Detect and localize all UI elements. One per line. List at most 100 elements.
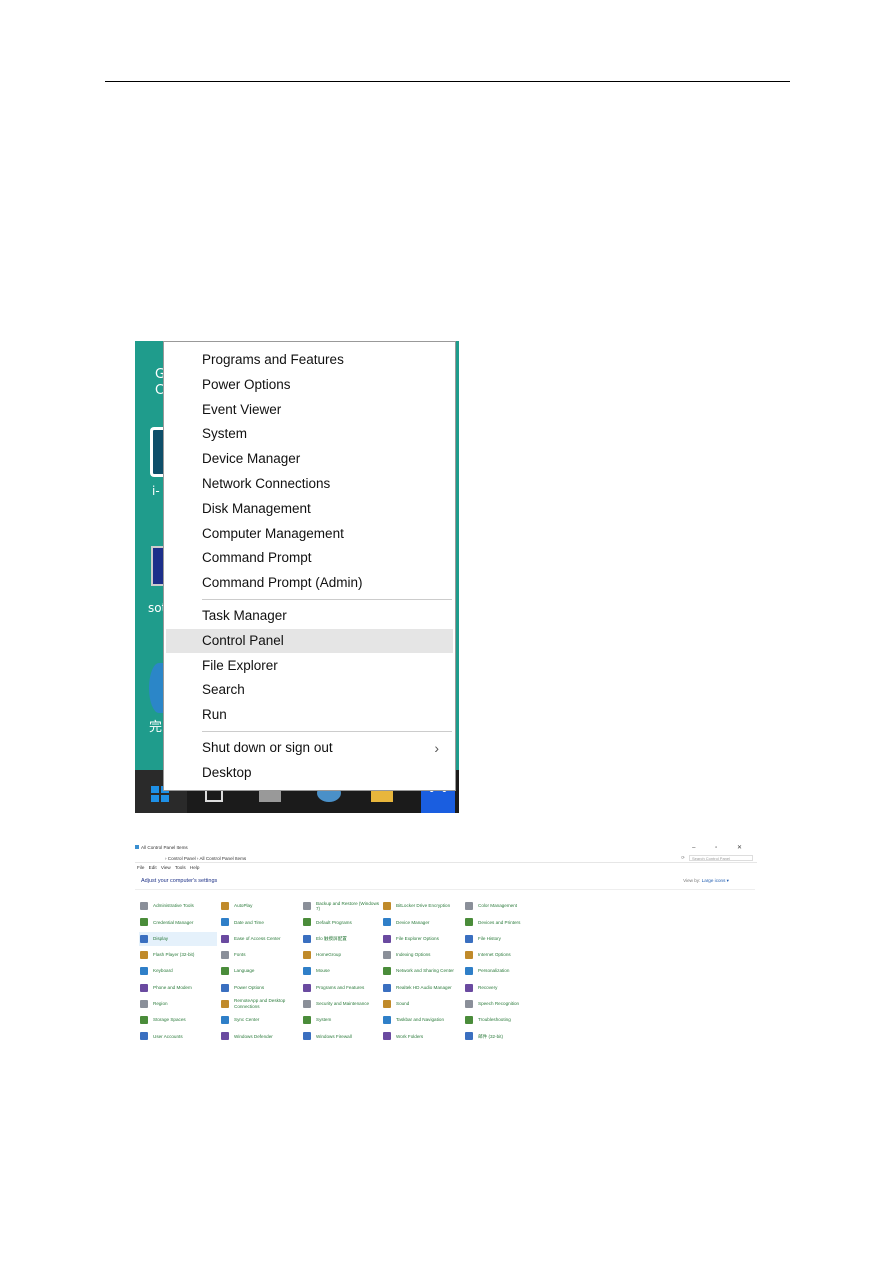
- cp-item-label: Personalization: [478, 968, 510, 974]
- cp-item-speech-recognition[interactable]: Speech Recognition: [464, 997, 542, 1011]
- cp-item-label: Realtek HD Audio Manager: [396, 984, 452, 990]
- cp-item-troubleshooting[interactable]: Troubleshooting: [464, 1013, 542, 1027]
- menu-item-command-prompt-admin[interactable]: Command Prompt (Admin): [166, 571, 453, 595]
- menu-item-programs-and-features[interactable]: Programs and Features: [166, 348, 453, 372]
- cp-item-programs-and-features[interactable]: Programs and Features: [302, 981, 380, 995]
- menu-item-label: Search: [202, 682, 245, 698]
- refresh-icon[interactable]: ⟳: [681, 855, 685, 861]
- cp-item-ease-of-access-center[interactable]: Ease of Access Center: [220, 932, 298, 946]
- cp-item-phone-and-modem[interactable]: Phone and Modem: [139, 981, 217, 995]
- cp-item-windows-defender[interactable]: Windows Defender: [220, 1029, 298, 1043]
- cp-item-system[interactable]: System: [302, 1013, 380, 1027]
- menu-item-network-connections[interactable]: Network Connections: [166, 472, 453, 496]
- menu-item-command-prompt[interactable]: Command Prompt: [166, 546, 453, 570]
- devices-and-printers-icon: [465, 918, 473, 927]
- cp-item-color-management[interactable]: Color Management: [464, 899, 542, 913]
- menu-item-control-panel[interactable]: Control Panel: [166, 628, 453, 653]
- breadcrumb[interactable]: › Control Panel › All Control Panel Item…: [165, 856, 246, 861]
- cp-item-file-explorer-options[interactable]: File Explorer Options: [382, 932, 460, 946]
- cp-item-label: Ease of Access Center: [234, 935, 281, 941]
- cp-item-language[interactable]: Language: [220, 964, 298, 978]
- menu-item-desktop[interactable]: Desktop: [166, 761, 453, 785]
- menu-item-disk-management[interactable]: Disk Management: [166, 497, 453, 521]
- cp-item-label: Recovery: [478, 984, 498, 990]
- window-controls[interactable]: – ▫ ✕: [692, 844, 751, 851]
- cp-item-label: Elo 触摸屏配置: [316, 935, 347, 941]
- cp-item-keyboard[interactable]: Keyboard: [139, 964, 217, 978]
- cp-item-indexing-options[interactable]: Indexing Options: [382, 948, 460, 962]
- cp-item-mouse[interactable]: Mouse: [302, 964, 380, 978]
- cp-item-security-and-maintenance[interactable]: Security and Maintenance: [302, 997, 380, 1011]
- menu-item-device-manager[interactable]: Device Manager: [166, 447, 453, 471]
- menu-item-event-viewer[interactable]: Event Viewer: [166, 398, 453, 422]
- cp-item-label: Keyboard: [153, 968, 173, 974]
- cp-item-credential-manager[interactable]: Credential Manager: [139, 915, 217, 929]
- cp-item-file-history[interactable]: File History: [464, 932, 542, 946]
- window-title-text: All Control Panel Items: [141, 845, 188, 850]
- cp-item-remoteapp-and-desktop-connections[interactable]: RemoteApp and Desktop Connections: [220, 997, 298, 1011]
- control-panel-screenshot: All Control Panel Items – ▫ ✕ › Control …: [135, 843, 757, 1046]
- menu-item-label: Desktop: [202, 764, 252, 780]
- cp-item-label: Internet Options: [478, 952, 511, 958]
- cp-item-sound[interactable]: Sound: [382, 997, 460, 1011]
- cp-item-label: HomeGroup: [316, 952, 342, 958]
- search-input[interactable]: Search Control Panel: [689, 855, 753, 861]
- menu-item-shut-down-or-sign-out[interactable]: Shut down or sign out ›: [166, 736, 453, 760]
- power-options-icon: [221, 983, 229, 992]
- cp-item-user-accounts[interactable]: User Accounts: [139, 1029, 217, 1043]
- menu-item-computer-management[interactable]: Computer Management: [166, 522, 453, 546]
- cp-item-windows-firewall[interactable]: Windows Firewall: [302, 1029, 380, 1043]
- cp-item-recovery[interactable]: Recovery: [464, 981, 542, 995]
- menu-item-file-explorer[interactable]: File Explorer: [166, 654, 453, 678]
- cp-item-taskbar-and-navigation[interactable]: Taskbar and Navigation: [382, 1013, 460, 1027]
- realtek-hd-audio-manager-icon: [383, 983, 391, 992]
- cp-item-label: Backup and Restore (Windows 7): [316, 900, 380, 911]
- cp-item-label: Taskbar and Navigation: [396, 1017, 445, 1023]
- cp-item-backup-and-restore-windows-7[interactable]: Backup and Restore (Windows 7): [302, 899, 380, 913]
- address-bar[interactable]: › Control Panel › All Control Panel Item…: [135, 855, 757, 863]
- internet-options-icon: [465, 950, 473, 959]
- cp-item-elo[interactable]: Elo 触摸屏配置: [302, 932, 380, 946]
- sync-center-icon: [221, 1016, 229, 1025]
- cp-item-flash-player-32-bit[interactable]: Flash Player (32-bit): [139, 948, 217, 962]
- cp-item-personalization[interactable]: Personalization: [464, 964, 542, 978]
- keyboard-icon: [140, 967, 148, 976]
- menu-bar[interactable]: File Edit View Tools Help: [137, 865, 199, 870]
- cp-item-date-and-time[interactable]: Date and Time: [220, 915, 298, 929]
- cp-item-administrative-tools[interactable]: Administrative Tools: [139, 899, 217, 913]
- menu-item-label: Run: [202, 707, 227, 723]
- menu-item-search[interactable]: Search: [166, 678, 453, 702]
- menu-item-power-options[interactable]: Power Options: [166, 373, 453, 397]
- recovery-icon: [465, 983, 473, 992]
- programs-and-features-icon: [303, 983, 311, 992]
- menu-item-task-manager[interactable]: Task Manager: [166, 604, 453, 628]
- cp-item-fonts[interactable]: Fonts: [220, 948, 298, 962]
- cp-item-internet-options[interactable]: Internet Options: [464, 948, 542, 962]
- cp-item-storage-spaces[interactable]: Storage Spaces: [139, 1013, 217, 1027]
- cp-item-sync-center[interactable]: Sync Center: [220, 1013, 298, 1027]
- cp-item-power-options[interactable]: Power Options: [220, 981, 298, 995]
- cp-item-default-programs[interactable]: Default Programs: [302, 915, 380, 929]
- chevron-right-icon: ›: [434, 740, 439, 756]
- cp-item-realtek-hd-audio-manager[interactable]: Realtek HD Audio Manager: [382, 981, 460, 995]
- cp-item-homegroup[interactable]: HomeGroup: [302, 948, 380, 962]
- menu-item-label: Event Viewer: [202, 401, 282, 417]
- cp-item-device-manager[interactable]: Device Manager: [382, 915, 460, 929]
- cp-item-network-and-sharing-center[interactable]: Network and Sharing Center: [382, 964, 460, 978]
- cp-item-region[interactable]: Region: [139, 997, 217, 1011]
- menu-item-label: Task Manager: [202, 608, 287, 623]
- cp-item-32-bit[interactable]: 邮件 (32-bit): [464, 1029, 542, 1043]
- view-by-dropdown[interactable]: Large icons ▾: [702, 878, 729, 883]
- view-by[interactable]: View by: Large icons ▾: [683, 878, 729, 884]
- cp-item-label: AutoPlay: [234, 903, 253, 909]
- cp-item-display[interactable]: Display: [139, 931, 217, 946]
- view-by-label: View by:: [683, 878, 701, 883]
- menu-separator: [202, 731, 452, 732]
- menu-item-system[interactable]: System: [166, 422, 453, 446]
- desktop-label-fragment: i-: [152, 484, 160, 498]
- menu-item-run[interactable]: Run: [166, 703, 453, 727]
- cp-item-bitlocker-drive-encryption[interactable]: BitLocker Drive Encryption: [382, 899, 460, 913]
- cp-item-work-folders[interactable]: Work Folders: [382, 1029, 460, 1043]
- cp-item-devices-and-printers[interactable]: Devices and Printers: [464, 915, 542, 929]
- cp-item-autoplay[interactable]: AutoPlay: [220, 899, 298, 913]
